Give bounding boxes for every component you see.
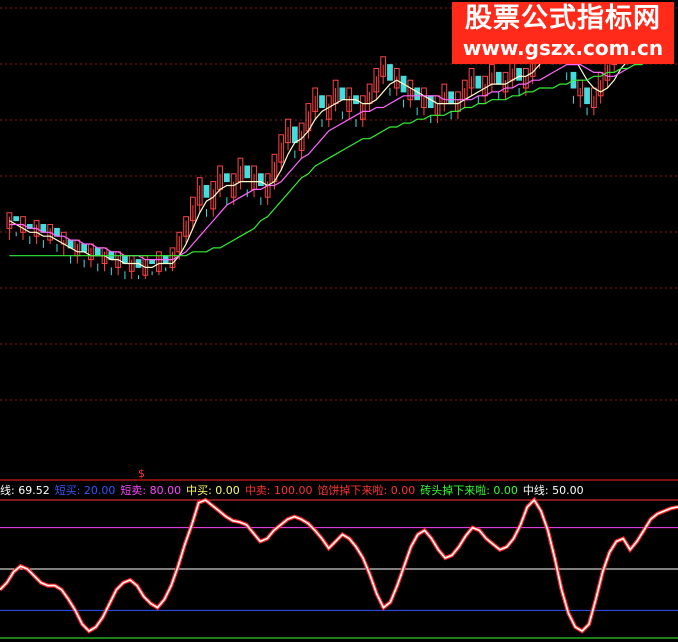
candle-body: [448, 91, 455, 105]
candle-body: [223, 173, 230, 183]
watermark-title: 股票公式指标网: [465, 3, 661, 34]
ma-line: [9, 56, 669, 257]
candle-body: [319, 95, 325, 109]
candle-body: [291, 126, 298, 144]
signal-marker: $: [138, 467, 145, 480]
candle-body: [584, 87, 590, 105]
legend-item: 短卖: 80.00: [120, 484, 182, 497]
candle-body: [339, 87, 346, 101]
candle-body: [387, 64, 393, 81]
indicator-line-shadow: [0, 496, 678, 634]
candle-body: [414, 87, 421, 101]
legend-item: 短买: 20.00: [54, 484, 116, 497]
candle-body: [516, 68, 522, 81]
watermark: 股票公式指标网 www.gszx.com.cn: [452, 2, 674, 64]
candle-body: [427, 95, 434, 109]
indicator-panel: [0, 496, 678, 639]
watermark-url: www.gszx.com.cn: [462, 36, 664, 60]
candle-body: [94, 247, 101, 257]
candle-body: [244, 165, 251, 179]
candle-body: [13, 216, 20, 222]
price-grid: [0, 7, 678, 401]
price-ma-lines: [9, 28, 669, 268]
candle-body: [475, 75, 482, 89]
legend-item: 线: 69.52: [0, 484, 50, 497]
candle-body: [495, 71, 502, 85]
legend-item: 馅饼掉下来啦: 0.00: [317, 484, 416, 497]
indicator-legend: 线: 69.52 短买: 20.00 短卖: 80.00 中买: 0.00 中卖: 10…: [0, 482, 589, 498]
legend-item: 中卖: 100.00: [244, 484, 313, 497]
candle-body: [257, 173, 264, 187]
legend-item: 中线: 50.00: [522, 484, 584, 497]
candle-body: [81, 243, 88, 253]
indicator-line: [0, 498, 678, 633]
candle-body: [203, 185, 210, 198]
legend-item: 砖头掉下来啦: 0.00: [420, 484, 518, 497]
chart-canvas: $: [0, 7, 678, 639]
legend-item: 中买: 0.00: [186, 484, 240, 497]
